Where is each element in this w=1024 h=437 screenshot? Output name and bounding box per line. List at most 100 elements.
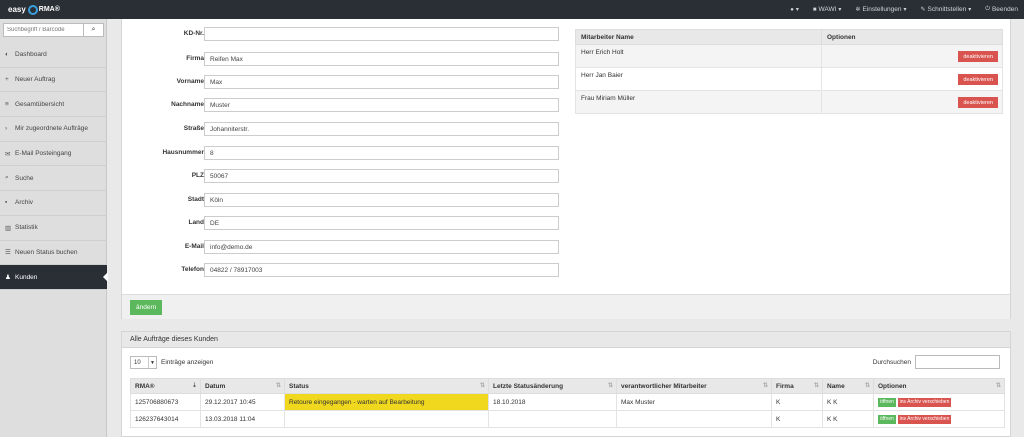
sidebar-item-archive[interactable]: ▪ Archiv <box>0 191 107 216</box>
logo-text-easy: easy <box>8 5 26 14</box>
column-header-options[interactable]: Optionen ⇅ <box>873 378 1005 394</box>
sidebar-item-statistics[interactable]: ▥ Statistik <box>0 216 107 241</box>
filter-input[interactable] <box>915 355 1000 369</box>
column-header-label: Status <box>289 382 309 390</box>
sidebar-item-my-orders[interactable]: › Mir zugeordnete Aufträge <box>0 117 107 142</box>
field-label: Straße <box>183 125 204 132</box>
sidebar-item-label: Neuen Status buchen <box>15 248 78 256</box>
country-field[interactable] <box>204 216 559 230</box>
column-header-last-change[interactable]: Letzte Statusänderung ⇅ <box>488 378 617 394</box>
search-button[interactable]: ⌕ <box>84 23 104 37</box>
employee-name: Herr Jan Baier <box>575 67 822 91</box>
zip-field[interactable] <box>204 169 559 183</box>
form-row-house-number: Hausnummer <box>122 146 562 160</box>
company-field[interactable] <box>204 52 559 66</box>
employee-options-header: Optionen <box>821 29 1003 45</box>
sidebar-item-label: Suche <box>15 174 34 182</box>
column-header-company[interactable]: Firma ⇅ <box>771 378 823 394</box>
deactivate-button[interactable]: deaktivieren <box>958 51 998 62</box>
form-row-first-name: Vorname <box>122 75 562 89</box>
first-name-field[interactable] <box>204 75 559 89</box>
page-length-select[interactable]: 10 ▼ <box>130 356 157 369</box>
employee-options: deaktivieren <box>821 44 1003 68</box>
open-button[interactable]: öffnen <box>878 397 896 407</box>
interfaces-menu-label: Schnittstellen <box>927 6 967 13</box>
employee-name: Frau Miriam Müller <box>575 90 822 114</box>
customer-number-field[interactable] <box>204 27 559 41</box>
column-header-status[interactable]: Status ⇅ <box>284 378 489 394</box>
cell-status: Retoure eingegangen - warten auf Bearbei… <box>284 393 489 411</box>
cell-options: öffnen ins Archiv verschieben <box>873 410 1005 428</box>
form-row-company: Firma <box>122 52 562 66</box>
deactivate-button[interactable]: deaktivieren <box>958 74 998 85</box>
archive-button[interactable]: ins Archiv verschieben <box>897 397 952 407</box>
search-icon: ⌕ <box>91 26 96 33</box>
page-length-control: 10 ▼ Einträge anzeigen <box>130 356 213 369</box>
power-icon: ⏻ <box>985 6 990 12</box>
email-field[interactable] <box>204 240 559 254</box>
column-header-employee[interactable]: verantwortlicher Mitarbeiter ⇅ <box>616 378 772 394</box>
field-label: Telefon <box>181 266 204 273</box>
save-button[interactable]: ändern <box>130 300 163 315</box>
caret-down-icon: ▾ <box>795 7 799 13</box>
archive-button[interactable]: ins Archiv verschieben <box>897 414 952 424</box>
city-field[interactable] <box>204 193 559 207</box>
sort-icon: ⇅ <box>813 383 819 389</box>
cell-name: K K <box>822 410 874 428</box>
orders-panel-title: Alle Aufträge dieses Kunden <box>122 332 1010 348</box>
filter-label: Durchsuchen <box>872 358 911 366</box>
sidebar-item-customers[interactable]: ♟ Kunden <box>0 265 108 290</box>
form-row-street: Straße <box>122 122 562 136</box>
page-length-value: 10 <box>134 359 141 366</box>
sort-icon: ⇅ <box>479 383 485 389</box>
list-icon: ☰ <box>5 249 11 257</box>
quit-label: Beenden <box>991 6 1018 13</box>
sidebar-item-search[interactable]: ⌕ Suche <box>0 166 107 192</box>
house-number-field[interactable] <box>204 146 559 160</box>
app-logo[interactable]: easy RMA ® <box>8 4 60 15</box>
sidebar-item-email-inbox[interactable]: ✉ E-Mail Posteingang <box>0 142 107 167</box>
sort-icon: ⇅ <box>995 383 1001 389</box>
orders-table: RMA® ⇣ Datum ⇅ Status ⇅ Letzte Statusänderu… <box>130 378 1005 428</box>
sort-icon: ⇅ <box>607 383 613 389</box>
column-header-rma[interactable]: RMA® ⇣ <box>130 378 201 394</box>
chevron-right-icon: › <box>5 125 8 133</box>
interfaces-menu[interactable]: ✎ Schnittstellen ▾ <box>921 6 972 13</box>
quit-link[interactable]: ⏻ Beenden <box>985 6 1018 13</box>
field-label: Vorname <box>176 78 204 85</box>
sort-icon: ⇅ <box>864 383 870 389</box>
wawi-menu[interactable]: ■ WAWI ▾ <box>813 6 842 13</box>
field-label: Nachname <box>171 101 204 108</box>
globe-menu[interactable]: ● ▾ <box>790 6 799 14</box>
chart-icon: ▥ <box>5 224 12 232</box>
sidebar-item-new-status[interactable]: ☰ Neuen Status buchen <box>0 241 107 266</box>
employee-options: deaktivieren <box>821 90 1003 114</box>
column-header-label: Datum <box>205 382 226 390</box>
form-row-city: Stadt <box>122 193 562 207</box>
table-row: Frau Miriam Müller deaktivieren <box>575 90 1003 114</box>
sidebar-item-overview[interactable]: ≡ Gesamtübersicht <box>0 92 107 118</box>
globe-icon: ● <box>790 6 794 13</box>
street-field[interactable] <box>204 122 559 136</box>
page-length-label: Einträge anzeigen <box>161 359 214 366</box>
settings-menu[interactable]: ✲ Einstellungen ▾ <box>855 6 906 13</box>
phone-field[interactable] <box>204 263 559 277</box>
column-header-label: RMA® <box>135 382 155 390</box>
sidebar-item-new-order[interactable]: + Neuer Auftrag <box>0 68 107 93</box>
column-header-name[interactable]: Name ⇅ <box>822 378 874 394</box>
sidebar-item-label: Gesamtübersicht <box>15 100 65 108</box>
open-button[interactable]: öffnen <box>878 414 896 424</box>
search-input[interactable] <box>3 23 84 37</box>
orders-table-header: RMA® ⇣ Datum ⇅ Status ⇅ Letzte Statusänderu… <box>130 378 1005 394</box>
last-name-field[interactable] <box>204 98 559 112</box>
cell-last-change <box>488 410 617 428</box>
wrench-icon: ✎ <box>920 7 926 13</box>
sidebar-item-dashboard[interactable]: ◐ Dashboard <box>0 43 107 68</box>
column-header-date[interactable]: Datum ⇅ <box>200 378 285 394</box>
sidebar-menu: ◐ Dashboard + Neuer Auftrag ≡ Gesamtübersic… <box>0 43 108 290</box>
column-header-label: Firma <box>776 382 794 390</box>
sidebar-item-label: Mir zugeordnete Aufträge <box>15 125 88 133</box>
deactivate-button[interactable]: deaktivieren <box>958 97 998 108</box>
cell-status <box>284 410 489 428</box>
employee-table: Mitarbeiter Name Optionen Herr Erich Hol… <box>575 29 1003 114</box>
